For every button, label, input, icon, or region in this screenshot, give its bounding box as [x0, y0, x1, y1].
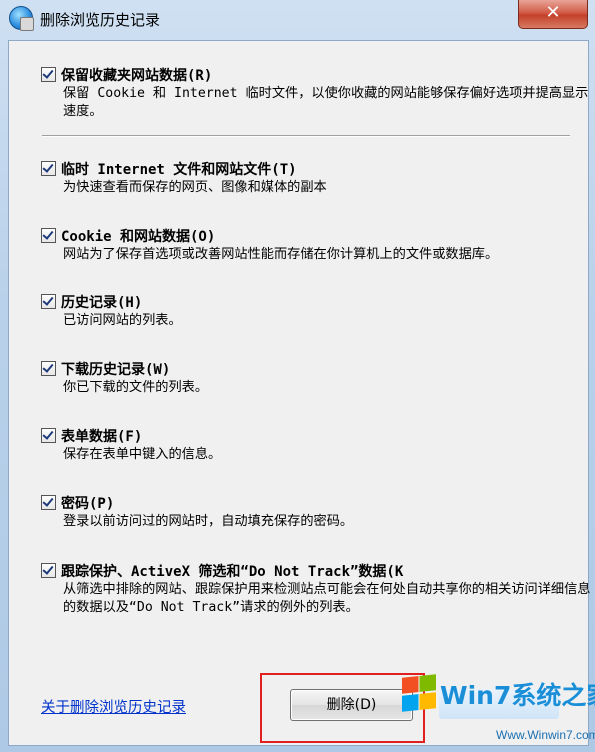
watermark-brand: Win7系统之家	[440, 681, 595, 710]
option-description: 保存在表单中键入的信息。	[63, 447, 222, 462]
option-description: 已访问网站的列表。	[63, 313, 182, 328]
checkbox-history[interactable]	[41, 294, 56, 309]
checkbox-temp-internet-files[interactable]	[41, 161, 56, 176]
option-description: 从筛选中排除的网站、跟踪保护用来检测站点可能会在何处自动共享你的相关访问详细信息…	[63, 582, 591, 615]
option-title: 临时 Internet 文件和网站文件(T)	[61, 162, 297, 178]
checkbox-form-data[interactable]	[41, 428, 56, 443]
window-title: 删除浏览历史记录	[40, 11, 161, 29]
dialog-window: 删除浏览历史记录 ✕ 保留收藏夹网站数据(R) 保留 Cookie 和 Inte…	[0, 0, 595, 752]
option-title: 保留收藏夹网站数据(R)	[61, 68, 213, 84]
watermark-url: Www.Winwin7.com	[496, 728, 595, 742]
divider	[42, 135, 570, 137]
option-description: 你已下载的文件的列表。	[63, 380, 209, 395]
title-bar[interactable]: 删除浏览历史记录 ✕	[0, 0, 595, 40]
option-title: 下载历史记录(W)	[61, 362, 171, 378]
option-description: 网站为了保存首选项或改善网站性能而存储在你计算机上的文件或数据库。	[63, 247, 499, 262]
option-title: Cookie 和网站数据(O)	[61, 229, 216, 245]
checkbox-preserve-favorites[interactable]	[41, 67, 56, 82]
windows-logo-icon	[402, 674, 436, 712]
watermark: Win7系统之家 Www.Winwin7.com	[400, 670, 595, 748]
checkbox-cookies[interactable]	[41, 228, 56, 243]
internet-explorer-icon	[9, 6, 34, 31]
checkbox-tracking-protection[interactable]	[41, 563, 56, 578]
close-button[interactable]: ✕	[518, 0, 588, 29]
checkbox-passwords[interactable]	[41, 495, 56, 510]
option-description: 为快速查看而保存的网页、图像和媒体的副本	[63, 180, 327, 195]
option-description: 登录以前访问过的网站时，自动填充保存的密码。	[63, 514, 354, 529]
option-title: 跟踪保护、ActiveX 筛选和“Do Not Track”数据(K	[61, 564, 404, 580]
option-title: 表单数据(F)	[61, 429, 143, 445]
dialog-body: 保留收藏夹网站数据(R) 保留 Cookie 和 Internet 临时文件，以…	[8, 40, 591, 746]
option-description: 保留 Cookie 和 Internet 临时文件，以使你收藏的网站能够保存偏好…	[63, 86, 589, 119]
option-title: 历史记录(H)	[61, 295, 143, 311]
about-delete-history-link[interactable]: 关于删除浏览历史记录	[41, 696, 186, 717]
option-title: 密码(P)	[61, 496, 115, 512]
checkbox-download-history[interactable]	[41, 361, 56, 376]
delete-button[interactable]: 删除(D)	[290, 689, 413, 721]
